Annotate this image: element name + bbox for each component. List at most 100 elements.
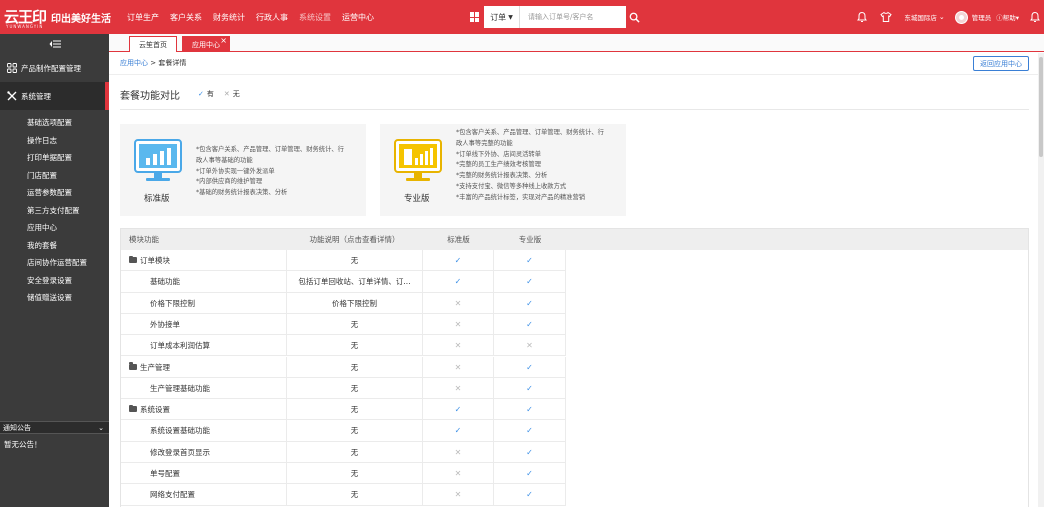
sidebar-item-basic-options[interactable]: 基础选项配置 (0, 114, 109, 132)
chevron-down-icon[interactable]: ⌄ (939, 13, 945, 21)
module-name: 订单模块 (140, 256, 170, 265)
table-row: 修改登录首页显示 无 ✕ ✓ (121, 441, 566, 463)
back-to-app-center-button[interactable]: 返回应用中心 (973, 56, 1029, 71)
cell-description[interactable]: 无 (286, 313, 423, 335)
cell-standard: ✕ (423, 484, 494, 506)
breadcrumb-current: 套餐详情 (158, 59, 187, 67)
breadcrumb-parent[interactable]: 应用中心 (120, 59, 148, 67)
search-type-label: 订单 (490, 12, 507, 22)
sidebar-item-my-plan[interactable]: 我的套餐 (0, 237, 109, 255)
cell-pro: ✓ (494, 292, 566, 314)
cell-description[interactable]: 包括订单回收站、订单详情、订... (286, 271, 423, 293)
check-icon: ✓ (526, 383, 533, 393)
cell-standard: ✓ (423, 399, 494, 421)
slogan: 印出美好生活 (51, 13, 112, 25)
table-row: 生产管理 无 ✕ ✓ (121, 356, 566, 378)
module-name: 系统设置 (140, 405, 170, 415)
sidebar-item-store-config[interactable]: 门店配置 (0, 167, 109, 185)
module-name: 修改登录首页显示 (150, 447, 210, 457)
nav-item-finance-stats[interactable]: 财务统计 (213, 12, 245, 23)
search-button[interactable] (626, 6, 642, 28)
cell-description[interactable]: 无 (286, 420, 423, 442)
page-scrollbar[interactable] (1038, 53, 1044, 507)
cell-pro: ✓ (494, 377, 566, 399)
logo[interactable]: 云王印 YUNWANGYIN 印出美好生活 (4, 0, 111, 34)
cell-description[interactable]: 价格下限控制 (286, 292, 423, 314)
standard-version-card[interactable]: 标准版 *包含客户关系、产品管理、订单管理、财务统计、行 政人事等基础的功能 *… (120, 124, 366, 216)
sidebar-collapse-button[interactable] (0, 34, 109, 54)
cell-module: 生产管理 (129, 357, 170, 378)
notice-header[interactable]: 通知公告 ⌄ (0, 421, 109, 434)
module-name: 订单成本利润估算 (150, 341, 210, 351)
cell-description[interactable]: 无 (286, 399, 423, 421)
tab-label: 云笙首页 (139, 40, 167, 49)
page-title: 套餐功能对比 (120, 91, 180, 102)
store-name[interactable]: 东城国际店 (904, 12, 937, 22)
close-icon[interactable]: × (220, 37, 227, 45)
shirt-icon[interactable] (880, 11, 893, 23)
tab-app-center[interactable]: 应用中心 × (182, 36, 230, 52)
scrollbar-thumb[interactable] (1039, 57, 1043, 157)
page-tabs: 云笙首页 应用中心 × (109, 34, 1044, 52)
cell-standard: ✓ (423, 250, 494, 271)
sidebar-item-stored-value-gift[interactable]: 储值赠送设置 (0, 289, 109, 307)
cell-pro: ✓ (494, 250, 566, 271)
cell-pro: ✓ (494, 399, 566, 421)
nav-item-order-production[interactable]: 订单生产 (127, 12, 159, 23)
help-link[interactable]: ⓘ帮助▾ (996, 12, 1019, 22)
sidebar-item-security-login[interactable]: 安全登录设置 (0, 272, 109, 290)
help-label: 帮助 (1002, 14, 1016, 22)
sidebar-items: 基础选项配置 操作日志 打印单据配置 门店配置 运营参数配置 第三方支付配置 应… (0, 110, 109, 307)
sidebar-group-system-management[interactable]: 系统管理 (0, 82, 109, 110)
cell-module: 系统设置 (129, 399, 170, 420)
search-type-select[interactable]: 订单 ▼ (484, 6, 520, 28)
tab-home[interactable]: 云笙首页 (129, 36, 177, 52)
sidebar-group-label: 产品制作配置管理 (21, 63, 81, 73)
nav-item-hr-admin[interactable]: 行政人事 (256, 12, 288, 23)
sidebar-item-app-center[interactable]: 应用中心 (0, 219, 109, 237)
table-row: 订单模块 无 ✓ ✓ (121, 250, 566, 272)
cell-description[interactable]: 无 (286, 250, 423, 271)
desc-line: *订单外协实现一键外发派单 (196, 167, 275, 175)
sidebar-item-operation-log[interactable]: 操作日志 (0, 132, 109, 150)
sidebar-item-print-config[interactable]: 打印单据配置 (0, 149, 109, 167)
logo-text: 云王印 (4, 7, 47, 26)
check-icon: ✓ (526, 362, 533, 372)
cell-description[interactable]: 无 (286, 484, 423, 506)
table-header: 模块功能 功能说明（点击查看详情） 标准版 专业版 (121, 229, 1028, 250)
cell-pro: ✓ (494, 484, 566, 506)
notification-bell-icon[interactable] (1029, 11, 1041, 23)
cross-icon: ✕ (223, 90, 230, 98)
check-icon: ✓ (198, 90, 204, 98)
nav-item-system-settings[interactable]: 系统设置 (299, 12, 331, 23)
user-name[interactable]: 管理员 (972, 12, 992, 22)
sidebar-item-store-collaboration[interactable]: 店间协作运营配置 (0, 254, 109, 272)
sidebar: 产品制作配置管理 系统管理 基础选项配置 操作日志 打印单据配置 门店配置 运营… (0, 34, 109, 507)
search-input[interactable] (528, 13, 628, 21)
check-icon: ✓ (526, 426, 533, 436)
module-name: 价格下限控制 (150, 298, 195, 308)
sidebar-item-operation-params[interactable]: 运营参数配置 (0, 184, 109, 202)
cell-pro: ✓ (494, 420, 566, 442)
app-grid-icon[interactable] (470, 12, 480, 22)
cell-description[interactable]: 无 (286, 463, 423, 484)
nav-item-customer-relations[interactable]: 客户关系 (170, 12, 202, 23)
notice-title: 通知公告 (3, 423, 31, 432)
sidebar-group-product-config[interactable]: 产品制作配置管理 (0, 54, 109, 82)
cell-description[interactable]: 无 (286, 356, 423, 378)
cell-description[interactable]: 无 (286, 377, 423, 399)
pro-version-card[interactable]: 专业版 *包含客户关系、产品管理、订单管理、财务统计、行 政人事等完整的功能 *… (380, 124, 626, 216)
cell-standard: ✕ (423, 463, 494, 484)
cell-description[interactable]: 无 (286, 335, 423, 357)
bell-icon[interactable] (856, 11, 868, 23)
cross-icon: ✕ (454, 319, 462, 329)
cell-description[interactable]: 无 (286, 441, 423, 463)
avatar[interactable] (954, 10, 968, 24)
nav-item-operations-center[interactable]: 运营中心 (342, 12, 374, 23)
check-icon: ✓ (526, 447, 533, 457)
breadcrumb-separator: > (150, 59, 157, 67)
table-row: 系统设置基础功能 无 ✓ ✓ (121, 420, 566, 442)
top-right-tools: 东城国际店 ⌄ 管理员 ⓘ帮助▾ (856, 0, 1044, 34)
cell-module: 订单模块 (129, 250, 170, 271)
sidebar-item-third-party-payment[interactable]: 第三方支付配置 (0, 202, 109, 220)
